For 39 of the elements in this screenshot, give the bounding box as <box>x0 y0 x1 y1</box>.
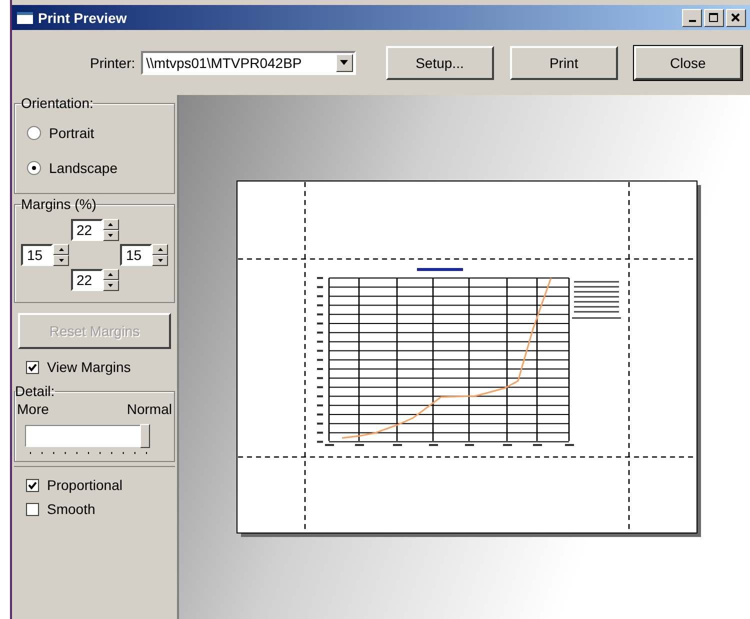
checkbox-label: Proportional <box>47 477 122 493</box>
checkbox[interactable] <box>26 478 39 492</box>
maximize-icon <box>709 12 719 22</box>
checkbox-label: View Margins <box>47 359 131 375</box>
toolbar-button[interactable]: Close <box>634 46 742 80</box>
checkbox[interactable] <box>26 360 39 374</box>
spin-buttons[interactable] <box>152 244 168 266</box>
toolbar-button[interactable]: Print <box>510 46 618 80</box>
detail-slider[interactable] <box>25 425 149 447</box>
radio-button[interactable] <box>27 126 41 140</box>
spin-buttons[interactable] <box>102 269 118 291</box>
spin-buttons[interactable] <box>102 219 118 241</box>
maximize-button[interactable] <box>704 8 724 26</box>
group-title: Margins (%) <box>21 196 96 212</box>
close-icon <box>731 12 741 22</box>
number-field[interactable]: 22 <box>70 219 102 241</box>
slider-min-label: More <box>17 401 49 417</box>
radio-label: Landscape <box>49 160 118 176</box>
number-field[interactable]: 22 <box>70 269 102 291</box>
window-icon <box>16 10 34 24</box>
close-button[interactable] <box>726 8 746 26</box>
minimize-button[interactable] <box>682 8 702 26</box>
slider-thumb[interactable] <box>140 424 150 448</box>
group-title: Orientation: <box>21 95 94 111</box>
radio-button[interactable] <box>27 160 41 174</box>
printer-label: Printer: <box>90 54 136 70</box>
toolbar-button[interactable]: Setup... <box>386 46 494 80</box>
window-title: Print Preview <box>38 10 127 26</box>
printer-dropdown[interactable]: \\mtvps01\MTVPR042BP <box>141 50 356 74</box>
checkbox-label: Smooth <box>47 501 96 517</box>
radio-label: Portrait <box>49 124 94 140</box>
dropdown-arrow-icon <box>340 60 348 65</box>
group-title: Detail: <box>15 383 55 399</box>
number-field[interactable]: 15 <box>21 244 53 266</box>
minimize-icon <box>688 20 696 22</box>
spin-buttons[interactable] <box>53 244 69 266</box>
slider-max-label: Normal <box>126 401 172 417</box>
checkbox[interactable] <box>26 502 39 516</box>
number-field[interactable]: 15 <box>120 244 152 266</box>
